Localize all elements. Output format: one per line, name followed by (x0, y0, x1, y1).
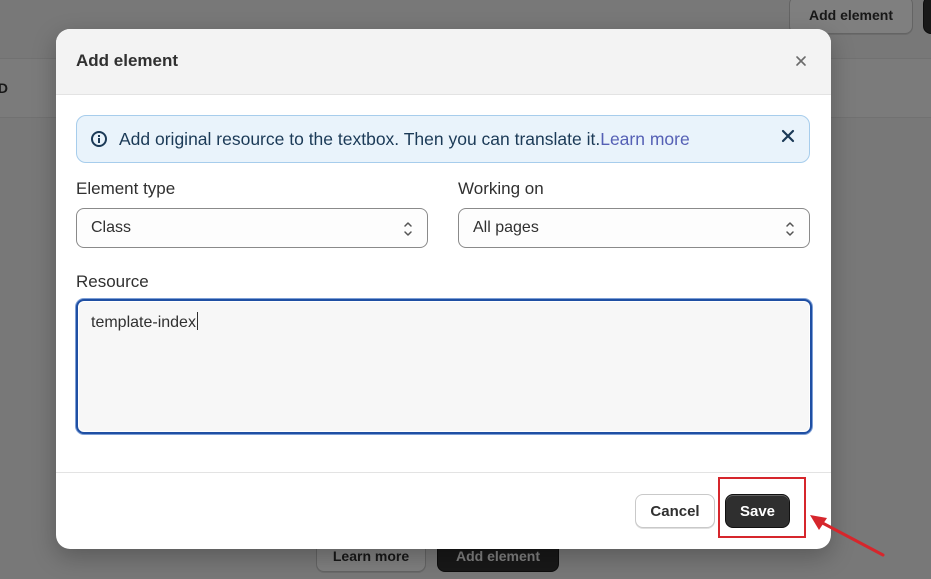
modal-footer: Cancel Save (56, 472, 831, 549)
banner-message: Add original resource to the textbox. Th… (119, 129, 690, 150)
save-highlight-box (718, 477, 806, 538)
working-on-label: Working on (458, 179, 544, 198)
annotation-arrow-icon (810, 515, 885, 557)
add-element-modal: Add element Add original resource to the… (56, 29, 831, 549)
element-type-label: Element type (76, 179, 176, 198)
info-banner: Add original resource to the textbox. Th… (76, 115, 810, 163)
text-caret (196, 312, 198, 330)
close-icon[interactable] (791, 51, 811, 71)
resource-textarea[interactable]: template-index (76, 299, 812, 434)
modal-header: Add element (56, 29, 831, 95)
working-on-value: All pages (473, 219, 539, 236)
resource-value: template-index (91, 314, 196, 331)
resource-label: Resource (76, 272, 149, 291)
element-type-value: Class (91, 219, 132, 236)
banner-close-icon[interactable] (781, 128, 795, 148)
modal-title: Add element (76, 51, 179, 70)
chevron-updown-icon (786, 222, 794, 236)
chevron-updown-icon (404, 222, 412, 236)
cancel-button[interactable]: Cancel (635, 494, 715, 528)
element-type-select[interactable]: Class (76, 208, 428, 248)
learn-more-link[interactable]: Learn more (600, 129, 690, 149)
info-icon (91, 131, 107, 147)
banner-text: Add original resource to the textbox. Th… (119, 128, 601, 149)
working-on-select[interactable]: All pages (458, 208, 810, 248)
